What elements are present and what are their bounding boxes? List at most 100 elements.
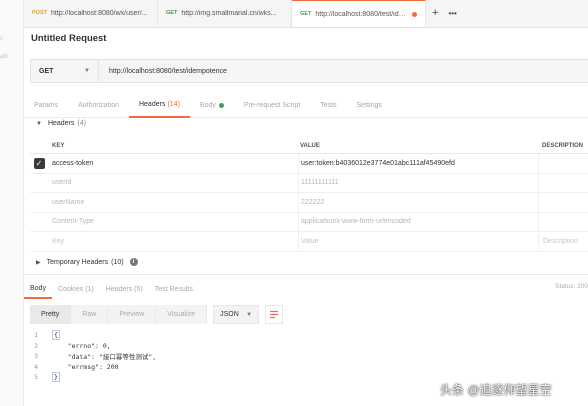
preview-button[interactable]: Preview [108,305,157,324]
tab-method: GET [166,10,178,16]
code-text: "errno": 0, [52,341,111,350]
header-key-cell[interactable]: userId [52,174,296,193]
tab-body-label: Body [199,102,216,109]
column-header-key: KEY [52,142,65,149]
code-line: 3 "data": "接口幂等性测试", [30,351,588,362]
line-number: 1 [34,331,38,340]
tab-authorization[interactable]: Authorization [68,94,129,118]
header-description-cell[interactable] [538,212,588,231]
visualize-button[interactable]: Visualize [156,305,208,324]
header-value-cell[interactable]: 222222 [298,193,538,212]
response-tab-test-results[interactable]: Test Results [149,279,199,299]
chevron-down-icon: ▼ [246,311,253,318]
request-tab-bar: POST http://localhost:8080/wx/user/... G… [24,0,588,28]
headers-table: KEY VALUE DESCRIPTION ✓ access-token use… [30,138,588,252]
header-key-cell[interactable]: userName [52,193,296,212]
table-row: ✓ access-token user:token:b4036012e3774e… [30,154,588,174]
tab-url: http://localhost:8080/test/ide... [315,10,407,18]
add-tab-icon[interactable]: + [432,7,438,19]
check-icon: ✓ [33,157,45,169]
headers-section-label: Headers [47,120,75,127]
line-number: 4 [34,362,38,371]
tab-headers-label: Headers [138,101,166,108]
url-input[interactable]: http://localhost:8080/test/idempotence [99,68,227,75]
tab-tests[interactable]: Tests [310,94,346,118]
format-select[interactable]: JSON ▼ [213,305,260,324]
row-checkbox[interactable] [30,174,48,193]
tab-url: http://img.smallmarial.cn/wks... [181,9,277,17]
header-description-cell[interactable] [538,193,588,212]
tab-headers[interactable]: Headers (14) [128,94,190,118]
row-checkbox [30,232,48,251]
table-row-placeholder: Key Value Description [30,232,588,252]
sidebar-ghost-text: ath [0,54,9,60]
unsaved-dot-icon [412,11,417,17]
line-number: 2 [34,341,38,350]
header-value-cell[interactable]: user:token:b4036012e3774e01abc111af45490… [298,154,538,173]
url-bar: GET ▼ http://localhost:8080/test/idempot… [30,59,588,83]
row-checkbox[interactable] [30,213,48,232]
tab-method: GET [300,11,312,17]
key-input-placeholder[interactable]: Key [52,232,296,251]
temporary-headers-count: (10) [111,258,124,266]
code-text: "data": "接口幂等性测试", [52,353,157,362]
left-sidebar: s ath [0,0,24,406]
response-tab-body[interactable]: Body [24,279,52,299]
description-input-placeholder[interactable]: Description [538,232,588,251]
headers-section-toggle[interactable]: ▼ Headers (4) [36,120,86,127]
header-description-cell[interactable] [538,173,588,192]
temporary-headers-toggle[interactable]: ▶ Temporary Headers (10) i [36,258,138,266]
info-icon[interactable]: i [129,258,138,266]
column-header-description: DESCRIPTION [542,142,584,149]
method-value: GET [39,67,54,75]
pretty-button[interactable]: Pretty [30,305,72,324]
code-line: 2 "errno": 0, [30,341,588,352]
code-text: { [52,330,60,341]
chevron-down-icon: ▼ [36,120,42,127]
tab-body[interactable]: Body [190,94,234,118]
raw-button[interactable]: Raw [71,305,109,324]
row-checkbox[interactable]: ✓ [30,154,48,173]
row-checkbox[interactable] [30,193,48,212]
chevron-right-icon: ▶ [36,259,41,266]
tab-settings[interactable]: Settings [347,94,392,118]
more-tabs-icon[interactable]: ••• [448,9,456,18]
format-value: JSON [220,311,239,318]
header-description-cell[interactable] [538,154,588,173]
response-status: Status: 200 [555,283,588,290]
wrap-lines-button[interactable] [265,305,284,324]
sidebar-ghost-text: s [0,36,3,42]
tab-prerequest-script[interactable]: Pre-request Script [234,94,310,118]
header-value-cell[interactable]: 11111111111 [298,173,538,192]
request-title: Untitled Request [31,33,107,44]
wrap-lines-icon [270,310,279,319]
response-body-editor[interactable]: 1 { 2 "errno": 0, 3 "data": "接口幂等性测试", 4… [30,330,588,383]
header-value-cell[interactable]: application/x-www-form-urlencoded [298,212,538,231]
table-row: Content-Type application/x-www-form-urle… [30,212,588,232]
divider [24,274,588,275]
watermark: 头条 @追逐仰望星空 [440,383,552,397]
tab-params[interactable]: Params [24,94,68,118]
code-text: } [52,372,60,383]
method-select[interactable]: GET ▼ [31,60,99,82]
status-dot-icon [218,103,224,108]
tab-headers-count: (14) [167,101,180,108]
line-number: 5 [34,373,38,382]
line-number: 3 [34,352,38,361]
request-subtabs: Params Authorization Headers (14) Body P… [24,94,588,118]
table-row: userName 222222 [30,193,588,213]
request-tab[interactable]: POST http://localhost:8080/wx/user/... [24,0,158,27]
value-input-placeholder[interactable]: Value [298,232,538,251]
header-key-cell[interactable]: access-token [52,154,296,173]
chevron-down-icon: ▼ [84,68,90,74]
response-tab-headers[interactable]: Headers (5) [100,279,149,299]
request-tab[interactable]: GET http://img.smallmarial.cn/wks... [158,0,292,27]
code-text: "errmsg": 200 [52,362,119,371]
tab-method: POST [32,10,47,16]
header-key-cell[interactable]: Content-Type [52,213,296,232]
tab-url: http://localhost:8080/wx/user/... [50,9,148,17]
code-line: 1 { [30,330,588,341]
table-row: userId 11111111111 [30,173,588,193]
request-tab-active[interactable]: GET http://localhost:8080/test/ide... [292,0,426,27]
response-tab-cookies[interactable]: Cookies (1) [52,279,100,299]
